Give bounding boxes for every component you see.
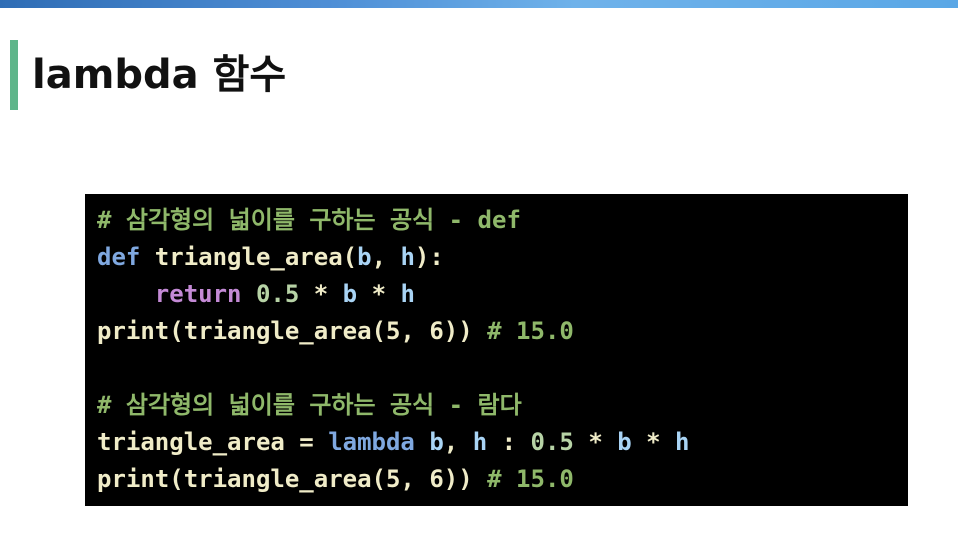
code-token-return: return: [154, 280, 242, 308]
code-token-param: h: [400, 280, 415, 308]
code-token-op: *: [299, 280, 343, 308]
code-token-plain: ,: [371, 243, 401, 271]
code-token-param: h: [472, 428, 488, 456]
title-accent-bar: [10, 40, 18, 110]
code-token-op: *: [357, 280, 401, 308]
code-token-plain: triangle_area(: [140, 243, 358, 271]
code-token-param: h: [400, 243, 415, 271]
code-token-param: b: [617, 428, 632, 456]
code-token-op: *: [573, 428, 618, 456]
code-block: # 삼각형의 넓이를 구하는 공식 - def def triangle_are…: [85, 194, 908, 506]
code-token-param: b: [342, 280, 358, 308]
code-token-plain: triangle_area =: [97, 428, 329, 456]
slide-title: lambda 함수: [32, 52, 287, 98]
code-token-param: b: [357, 243, 372, 271]
code-line: print(triangle_area(5, 6)) # 15.0: [97, 313, 896, 350]
code-line: # 삼각형의 넓이를 구하는 공식 - 람다: [97, 387, 896, 424]
code-token-keyword: lambda: [328, 428, 415, 456]
top-decorative-band: [0, 0, 958, 8]
code-line: return 0.5 * b * h: [97, 276, 896, 313]
code-token-number: 0.5: [255, 280, 300, 308]
code-token-plain: ):: [414, 243, 444, 271]
code-token-param: b: [429, 428, 444, 456]
code-token-plain: ,: [443, 428, 473, 456]
code-token-plain: print(triangle_area(5, 6)): [97, 465, 488, 493]
code-line: # 삼각형의 넓이를 구하는 공식 - def: [97, 202, 896, 239]
code-token-param: h: [675, 428, 690, 456]
code-token-keyword: def: [97, 243, 141, 271]
code-token-comment: # 15.0: [487, 317, 574, 345]
code-token-comment: # 15.0: [487, 465, 574, 493]
code-line: triangle_area = lambda b, h : 0.5 * b * …: [97, 424, 896, 461]
code-token-op: *: [631, 428, 676, 456]
code-line: def triangle_area(b, h):: [97, 239, 896, 276]
code-token-plain: print(triangle_area(5, 6)): [97, 317, 488, 345]
code-token-plain: :: [487, 428, 531, 456]
code-token-comment: # 삼각형의 넓이를 구하는 공식 - def: [97, 206, 521, 234]
code-token-comment: # 삼각형의 넓이를 구하는 공식 - 람다: [97, 391, 522, 419]
code-token-number: 0.5: [530, 428, 574, 456]
code-line: print(triangle_area(5, 6)) # 15.0: [97, 461, 896, 498]
